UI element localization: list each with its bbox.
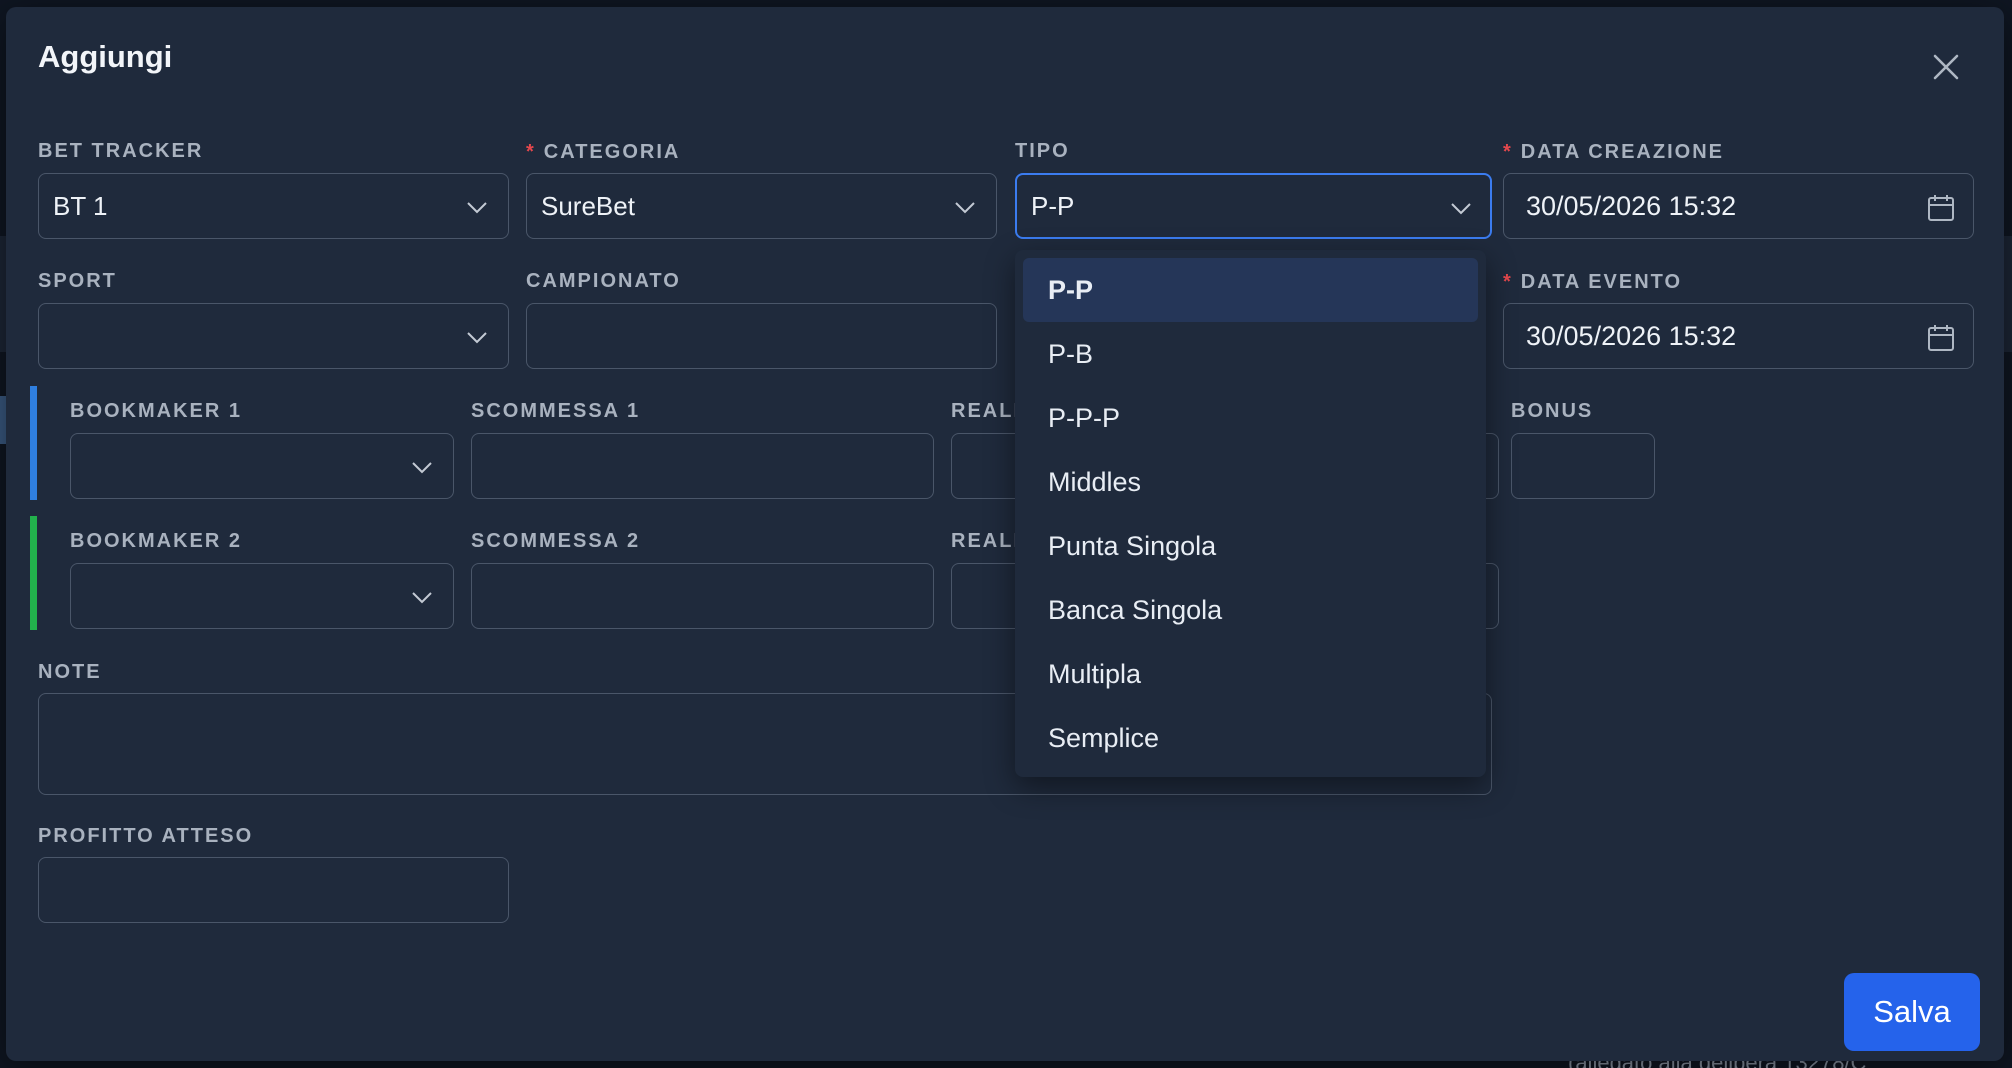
scommessa2-input[interactable]	[471, 563, 934, 629]
tipo-select[interactable]: P-P	[1015, 173, 1492, 239]
chevron-down-icon	[955, 202, 975, 214]
tipo-option[interactable]: P-B	[1023, 322, 1478, 386]
bookmaker1-label: BOOKMAKER 1	[70, 400, 243, 422]
required-marker: *	[1503, 141, 1513, 163]
bookmaker2-label: BOOKMAKER 2	[70, 530, 243, 552]
tipo-dropdown-menu: P-P P-B P-P-P Middles Punta Singola Banc…	[1015, 250, 1486, 777]
chevron-down-icon	[412, 462, 432, 474]
scommessa1-input[interactable]	[471, 433, 934, 499]
data-creazione-label-text: DATA CREAZIONE	[1520, 141, 1724, 163]
bet-tracker-select[interactable]: BT 1	[38, 173, 509, 239]
bet-tracker-value: BT 1	[53, 190, 108, 221]
bookmaker1-select[interactable]	[70, 433, 454, 499]
tipo-label: TIPO	[1015, 140, 1070, 162]
tipo-option[interactable]: P-P-P	[1023, 386, 1478, 450]
add-dialog: Aggiungi BET TRACKER BT 1 * CATEGORIA Sur…	[6, 7, 2004, 1061]
profitto-atteso-label: PROFITTO ATTESO	[38, 825, 254, 847]
chevron-down-icon	[1451, 203, 1471, 215]
categoria-label: * CATEGORIA	[526, 141, 680, 164]
data-creazione-picker[interactable]: 30/05/2026 15:32	[1503, 173, 1974, 239]
close-icon[interactable]	[1928, 49, 1964, 85]
data-evento-label-text: DATA EVENTO	[1520, 271, 1683, 293]
required-marker: *	[526, 141, 536, 163]
bookmaker2-select[interactable]	[70, 563, 454, 629]
required-marker: *	[1503, 271, 1513, 293]
bet-tracker-label: BET TRACKER	[38, 140, 204, 162]
tipo-option[interactable]: P-P	[1023, 258, 1478, 322]
bonus-input[interactable]	[1511, 433, 1655, 499]
data-creazione-label: * DATA CREAZIONE	[1503, 141, 1724, 164]
scommessa1-label: SCOMMESSA 1	[471, 400, 641, 422]
scommessa2-label: SCOMMESSA 2	[471, 530, 641, 552]
data-evento-picker[interactable]: 30/05/2026 15:32	[1503, 303, 1974, 369]
sport-label: SPORT	[38, 270, 117, 292]
calendar-icon[interactable]	[1926, 323, 1956, 353]
bonus-label: BONUS	[1511, 400, 1594, 422]
background-row-2	[2004, 236, 2012, 352]
campionato-label: CAMPIONATO	[526, 270, 681, 292]
chevron-down-icon	[412, 592, 432, 604]
categoria-value: SureBet	[541, 190, 635, 221]
tipo-option[interactable]: Multipla	[1023, 642, 1478, 706]
data-evento-label: * DATA EVENTO	[1503, 271, 1682, 294]
tipo-option[interactable]: Middles	[1023, 450, 1478, 514]
data-evento-value: 30/05/2026 15:32	[1526, 320, 1737, 351]
tipo-option[interactable]: Semplice	[1023, 706, 1478, 770]
sport-select[interactable]	[38, 303, 509, 369]
bookmaker2-accent-bar	[30, 516, 37, 630]
chevron-down-icon	[467, 202, 487, 214]
note-label: NOTE	[38, 661, 102, 683]
save-button[interactable]: Salva	[1844, 973, 1980, 1051]
dialog-title: Aggiungi	[38, 39, 173, 74]
campionato-input[interactable]	[526, 303, 997, 369]
calendar-icon[interactable]	[1926, 193, 1956, 223]
categoria-label-text: CATEGORIA	[543, 141, 681, 163]
tipo-option[interactable]: Punta Singola	[1023, 514, 1478, 578]
tipo-option[interactable]: Banca Singola	[1023, 578, 1478, 642]
bookmaker1-accent-bar	[30, 386, 37, 500]
tipo-value: P-P	[1031, 190, 1075, 221]
profitto-atteso-input[interactable]	[38, 857, 509, 923]
data-creazione-value: 30/05/2026 15:32	[1526, 190, 1737, 221]
chevron-down-icon	[467, 332, 487, 344]
categoria-select[interactable]: SureBet	[526, 173, 997, 239]
